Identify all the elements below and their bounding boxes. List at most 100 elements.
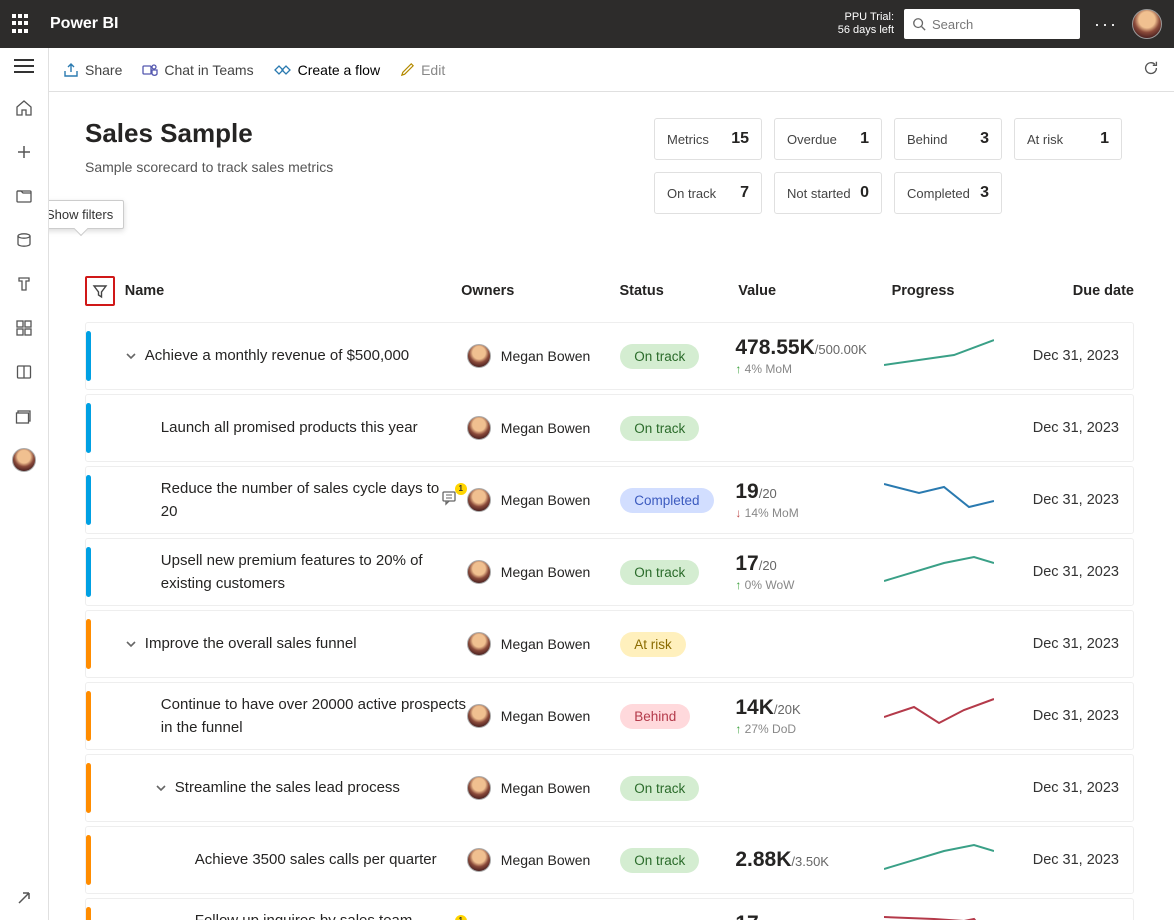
teams-chat-button[interactable]: Chat in Teams (142, 62, 253, 78)
metric-target: /3.50K (791, 854, 829, 869)
share-icon (63, 62, 79, 78)
sparkline (884, 695, 994, 733)
trial-info: PPU Trial: 56 days left (838, 11, 894, 37)
col-status[interactable]: Status (619, 283, 738, 299)
metric-row[interactable]: Upsell new premium features to 20% of ex… (85, 538, 1134, 606)
metric-target: /20 (759, 558, 777, 573)
due-date: Dec 31, 2023 (1009, 420, 1119, 436)
metric-value: 478.55K (735, 336, 814, 359)
nav-toggle[interactable] (14, 54, 34, 74)
metric-value: 19 (735, 480, 758, 503)
stat-card[interactable]: Completed 3 (894, 172, 1002, 214)
refresh-button[interactable] (1142, 59, 1160, 80)
due-date: Dec 31, 2023 (1009, 348, 1119, 364)
metric-name: Streamline the sales lead process (175, 776, 467, 799)
home-icon[interactable] (14, 98, 34, 118)
page-subtitle: Sample scorecard to track sales metrics (85, 159, 333, 175)
pencil-icon (400, 62, 415, 77)
chevron-down-icon[interactable] (123, 636, 139, 652)
filter-icon (92, 283, 108, 299)
owner-name: Megan Bowen (501, 780, 591, 796)
stat-card[interactable]: Not started0 (774, 172, 882, 214)
status-pill[interactable]: At risk (620, 632, 686, 657)
stat-value: 1 (860, 130, 869, 148)
datahub-icon[interactable] (14, 230, 34, 250)
refresh-icon (1142, 59, 1160, 77)
owner-avatar (467, 488, 491, 512)
metric-row[interactable]: Achieve 3500 sales calls per quarterMega… (85, 826, 1134, 894)
trend-text: ↓ 14% MoM (735, 506, 884, 520)
stat-label: Completed (907, 186, 970, 201)
stat-label: Metrics (667, 132, 709, 147)
metric-target: /20K (774, 702, 801, 717)
metric-value: 14K (735, 696, 774, 719)
owner-name: Megan Bowen (501, 564, 591, 580)
edit-button[interactable]: Edit (400, 62, 445, 78)
app-launcher-icon[interactable] (12, 14, 32, 34)
metric-name: Improve the overall sales funnel (145, 632, 467, 655)
metric-name: Launch all promised products this year (161, 416, 467, 439)
workspaces-icon[interactable] (14, 406, 34, 426)
filter-button[interactable] (85, 276, 115, 306)
owner-avatar (467, 704, 491, 728)
search-input[interactable]: Search (904, 9, 1080, 39)
owner-avatar (467, 416, 491, 440)
status-pill[interactable]: On track (620, 416, 699, 441)
expand-arrow-icon[interactable] (14, 888, 34, 908)
sparkline (884, 335, 994, 373)
metric-target: /500.00K (815, 342, 867, 357)
stat-card[interactable]: On track7 (654, 172, 762, 214)
create-icon[interactable] (14, 142, 34, 162)
metrics-icon[interactable] (14, 274, 34, 294)
learn-icon[interactable] (14, 362, 34, 382)
stat-value: 1 (1100, 130, 1109, 148)
stat-value: 15 (731, 130, 749, 148)
workspace-avatar[interactable] (14, 450, 34, 470)
metric-row[interactable]: Continue to have over 20000 active prosp… (85, 682, 1134, 750)
metric-row[interactable]: Reduce the number of sales cycle days to… (85, 466, 1134, 534)
col-due[interactable]: Due date (1020, 283, 1134, 299)
stat-card[interactable]: Behind 3 (894, 118, 1002, 160)
stat-label: On track (667, 186, 716, 201)
browse-icon[interactable] (14, 186, 34, 206)
metric-row[interactable]: Achieve a monthly revenue of $500,000 Meg… (85, 322, 1134, 390)
stat-label: Not started (787, 186, 851, 201)
stat-card[interactable]: At risk1 (1014, 118, 1122, 160)
profile-avatar[interactable] (1132, 9, 1162, 39)
stat-card[interactable]: Metrics 15 (654, 118, 762, 160)
metric-target: /20 (759, 486, 777, 501)
more-options-icon[interactable]: ··· (1094, 14, 1118, 35)
stat-value: 3 (980, 184, 989, 202)
status-pill[interactable]: Completed (620, 488, 713, 513)
status-pill[interactable]: On track (620, 344, 699, 369)
teams-icon (142, 62, 158, 78)
page-title: Sales Sample (85, 118, 333, 149)
chevron-down-icon[interactable] (153, 780, 169, 796)
status-pill[interactable]: On track (620, 848, 699, 873)
col-name[interactable]: Name (115, 283, 461, 299)
owner-name: Megan Bowen (501, 348, 591, 364)
status-pill[interactable]: On track (620, 776, 699, 801)
metric-name: Achieve a monthly revenue of $500,000 (145, 344, 467, 367)
metric-row[interactable]: Launch all promised products this yearMe… (85, 394, 1134, 462)
note-indicator[interactable]: 1 (441, 489, 461, 512)
stat-card[interactable]: Overdue1 (774, 118, 882, 160)
metric-value: 2.88K (735, 848, 791, 871)
status-pill[interactable]: On track (620, 560, 699, 585)
metric-row[interactable]: Streamline the sales lead process Megan B… (85, 754, 1134, 822)
apps-icon[interactable] (14, 318, 34, 338)
status-pill[interactable]: Behind (620, 704, 690, 729)
share-button[interactable]: Share (63, 62, 122, 78)
metric-row[interactable]: Improve the overall sales funnelMegan Bo… (85, 610, 1134, 678)
chevron-down-icon[interactable] (123, 348, 139, 364)
col-owners[interactable]: Owners (461, 283, 619, 299)
create-flow-button[interactable]: Create a flow (274, 62, 380, 78)
stat-value: 3 (980, 130, 989, 148)
stat-label: Behind (907, 132, 947, 147)
trend-text: ↑ 0% WoW (735, 578, 884, 592)
metric-row[interactable]: Follow up inquires by sales team within … (85, 898, 1134, 920)
table-header: Name Owners Status Value Progress Due da… (85, 268, 1134, 322)
sparkline (884, 479, 994, 517)
col-progress[interactable]: Progress (892, 283, 1021, 299)
col-value[interactable]: Value (738, 283, 891, 299)
